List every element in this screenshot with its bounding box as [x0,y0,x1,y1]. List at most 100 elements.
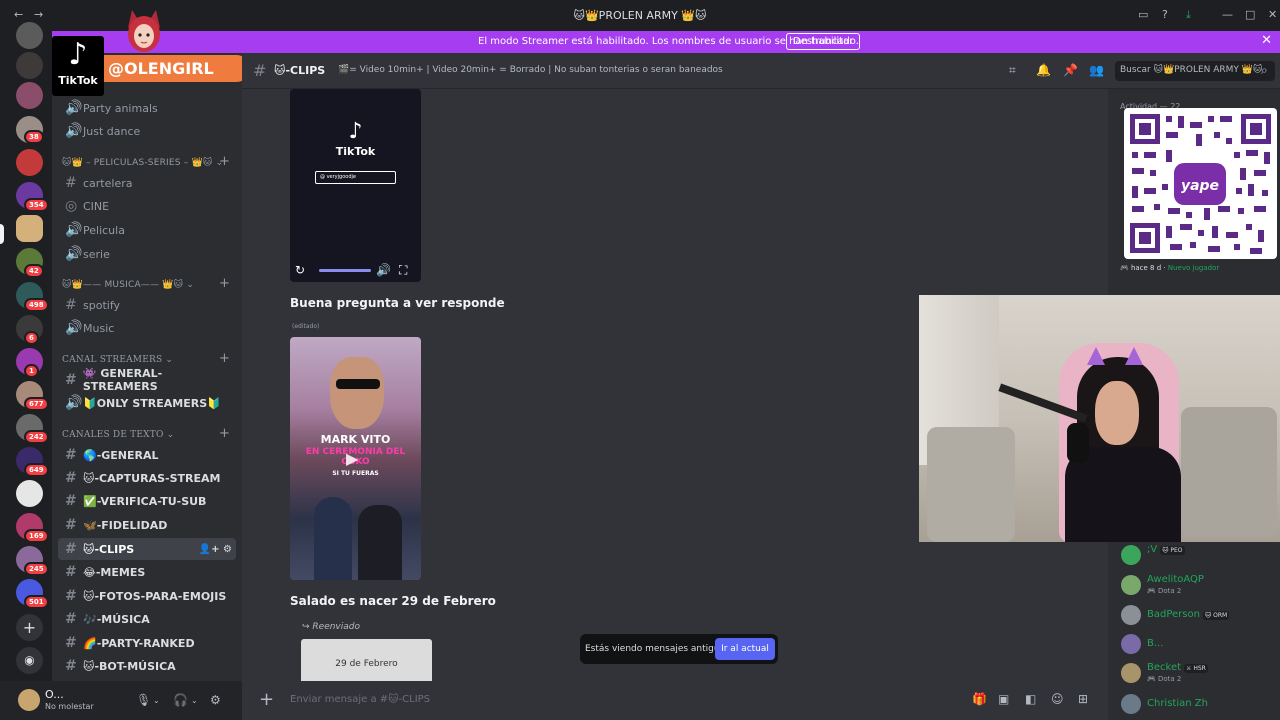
sticker-icon[interactable]: ◧ [1025,692,1036,706]
voice-channel-serie[interactable]: 🔊 serie [58,243,236,265]
microphone-icon[interactable]: 🎙 [136,693,151,707]
play-icon[interactable]: ▶ [346,449,358,468]
apps-icon[interactable]: ⊞ [1078,692,1088,706]
fullscreen-icon[interactable]: ⛶ [399,263,407,278]
threads-icon[interactable]: ⌗ [1009,63,1016,78]
hash-icon: # [253,61,267,80]
avatar [1121,605,1141,625]
channel-label: 🐱-CLIPS [83,542,135,556]
server-icon[interactable] [16,82,43,109]
text-channel-general-streamers[interactable]: # 👾 GENERAL-STREAMERS [58,367,236,393]
forwarded-image[interactable]: 29 de Febrero [301,639,432,681]
text-channel-clips-selected[interactable]: # 🐱-CLIPS 👤+ ⚙ [58,538,236,560]
text-channel-general[interactable]: # 🌎-GENERAL [58,444,236,466]
avatar[interactable] [18,689,40,711]
member-row[interactable]: BadPerson 🐱 ORM [1118,604,1278,626]
member-row[interactable]: B... [1118,633,1278,655]
text-channel-capturas-stream[interactable]: # 🐱-CAPTURAS-STREAM [58,467,236,489]
server-icon[interactable] [16,22,43,49]
settings-gear-icon[interactable]: ⚙ [210,693,221,707]
maximize-icon[interactable]: □ [1245,8,1255,21]
tiktok-label: TikTok [58,74,98,87]
download-icon[interactable]: ⤓ [1186,8,1191,22]
voice-channel-only-streamers[interactable]: 🔊 🔰ONLY STREAMERS🔰 [58,392,236,414]
message-input[interactable]: Enviar mensaje a #🐱-CLIPS [290,694,430,705]
text-channel-cartelera[interactable]: # cartelera [58,172,236,194]
volume-icon[interactable]: 🔊 [376,263,391,277]
member-row[interactable]: AwelitoAQP 🎮 Dota 2 [1118,574,1278,596]
category-texto[interactable]: CANALES DE TEXTO ⌄ [62,430,174,440]
add-server-icon[interactable]: + [16,614,43,641]
channel-label: serie [83,247,110,261]
bell-icon[interactable]: 🔔 [1036,63,1051,77]
members-icon[interactable]: 👥 [1089,63,1104,77]
member-row[interactable]: ;V 🐱 PEO [1118,544,1278,566]
add-channel-icon[interactable]: + [219,351,230,366]
pin-icon[interactable]: 📌 [1063,63,1078,77]
member-row[interactable]: Becket ⚔ HSR 🎮 Dota 2 [1118,662,1278,684]
server-icon[interactable] [16,149,43,176]
gif-icon[interactable]: ▣ [998,692,1009,706]
headphones-icon[interactable]: 🎧 [173,693,188,707]
video-thumbnail-person [314,497,352,580]
stage-channel-cine[interactable]: ◎ CINE [58,195,236,217]
search-icon[interactable]: ⌕ [1261,63,1268,78]
voice-channel-party-animals[interactable]: 🔊 Party animals [58,97,236,119]
text-channel-verifica-tu-sub[interactable]: # ✅-VERIFICA-TU-SUB [58,490,236,512]
channel-name: 🐱-CLIPS [274,64,326,77]
category-musica[interactable]: 🐱👑—— MUSICA—— 👑🐱 ⌄ [62,280,194,290]
volume-slider[interactable] [319,269,371,272]
add-channel-icon[interactable]: + [219,276,230,291]
banner-close-icon[interactable]: ✕ [1261,33,1272,48]
server-icon[interactable] [16,52,43,79]
message-text: Buena pregunta a ver responde [290,296,505,310]
inbox-icon[interactable]: ▭ [1138,8,1148,21]
server-icon[interactable] [16,480,43,507]
category-peliculas[interactable]: 🐱👑 – PELICULAS-SERIES – 👑🐱 ⌄ [62,158,223,168]
text-channel-musica[interactable]: # 🎶-MÚSICA [58,608,236,630]
voice-channel-just-dance[interactable]: 🔊 Just dance [58,120,236,142]
mention-badge: 354 [24,198,49,212]
speaker-icon: 🔊 [65,100,83,116]
emoji-icon[interactable]: ☺ [1051,692,1064,706]
chevron-down-icon[interactable]: ⌄ [153,696,160,705]
jump-to-present-button[interactable]: Ir al actual [715,638,775,660]
mention-badge: 245 [24,562,49,576]
invite-settings-icon[interactable]: 👤+ ⚙ [199,544,232,555]
member-name: BadPerson 🐱 ORM [1147,609,1230,620]
text-channel-fotos-para-emojis[interactable]: # 🐱-FOTOS-PARA-EMOJIS [58,585,236,607]
voice-channel-pelicula[interactable]: 🔊 Pelicula [58,219,236,241]
add-channel-icon[interactable]: + [219,426,230,441]
video-attachment[interactable]: ♪ TikTok @ veryjgoodje ↻ 🔊 ⛶ [290,89,421,282]
text-channel-fidelidad[interactable]: # 🦋-FIDELIDAD [58,514,236,536]
close-window-icon[interactable]: ✕ [1268,8,1277,21]
disable-streamer-button[interactable]: Deshabilitar [786,33,861,50]
member-row[interactable]: Christian Zh [1118,693,1278,715]
gift-icon[interactable]: 🎁 [972,692,987,706]
tiktok-note-icon: ♪ [68,37,88,72]
username[interactable]: O... [45,688,64,701]
minimize-icon[interactable]: — [1222,8,1233,21]
server-list: 38 354 42 498 6 1 677 242 649 169 245 50… [0,22,52,720]
server-icon-selected[interactable] [16,215,43,242]
channel-label: 🐱-BOT-MÚSICA [83,659,176,673]
mention-badge: 242 [24,430,49,444]
channel-topic[interactable]: 🎬= Video 10min+ | Video 20min+ = Borrado… [338,65,723,75]
text-channel-party-ranked[interactable]: # 🌈-PARTY-RANKED [58,632,236,654]
category-streamers[interactable]: CANAL STREAMERS ⌄ [62,355,173,365]
channel-label: cartelera [83,176,133,190]
voice-channel-music[interactable]: 🔊 Music [58,317,236,339]
discover-icon[interactable]: ◉ [16,647,43,674]
text-channel-spotify[interactable]: # spotify [58,294,236,316]
old-messages-text: Estás viendo mensajes antiguos [585,644,730,654]
search-input[interactable]: Buscar 🐱👑PROLEN ARMY 👑🐱 [1115,61,1275,81]
add-attachment-icon[interactable]: + [259,689,274,710]
chevron-down-icon[interactable]: ⌄ [191,696,198,705]
add-channel-icon[interactable]: + [219,154,230,169]
video-attachment[interactable]: MARK VITO EN CEREMONIA DEL OSKO SI TU FU… [290,337,421,580]
video-brand-text: TikTok [335,145,376,158]
text-channel-memes[interactable]: # 😂-MEMES [58,561,236,583]
text-channel-bot-musica[interactable]: # 🐱-BOT-MÚSICA [58,655,236,677]
help-icon[interactable]: ? [1162,8,1168,21]
replay-icon[interactable]: ↻ [295,263,305,277]
